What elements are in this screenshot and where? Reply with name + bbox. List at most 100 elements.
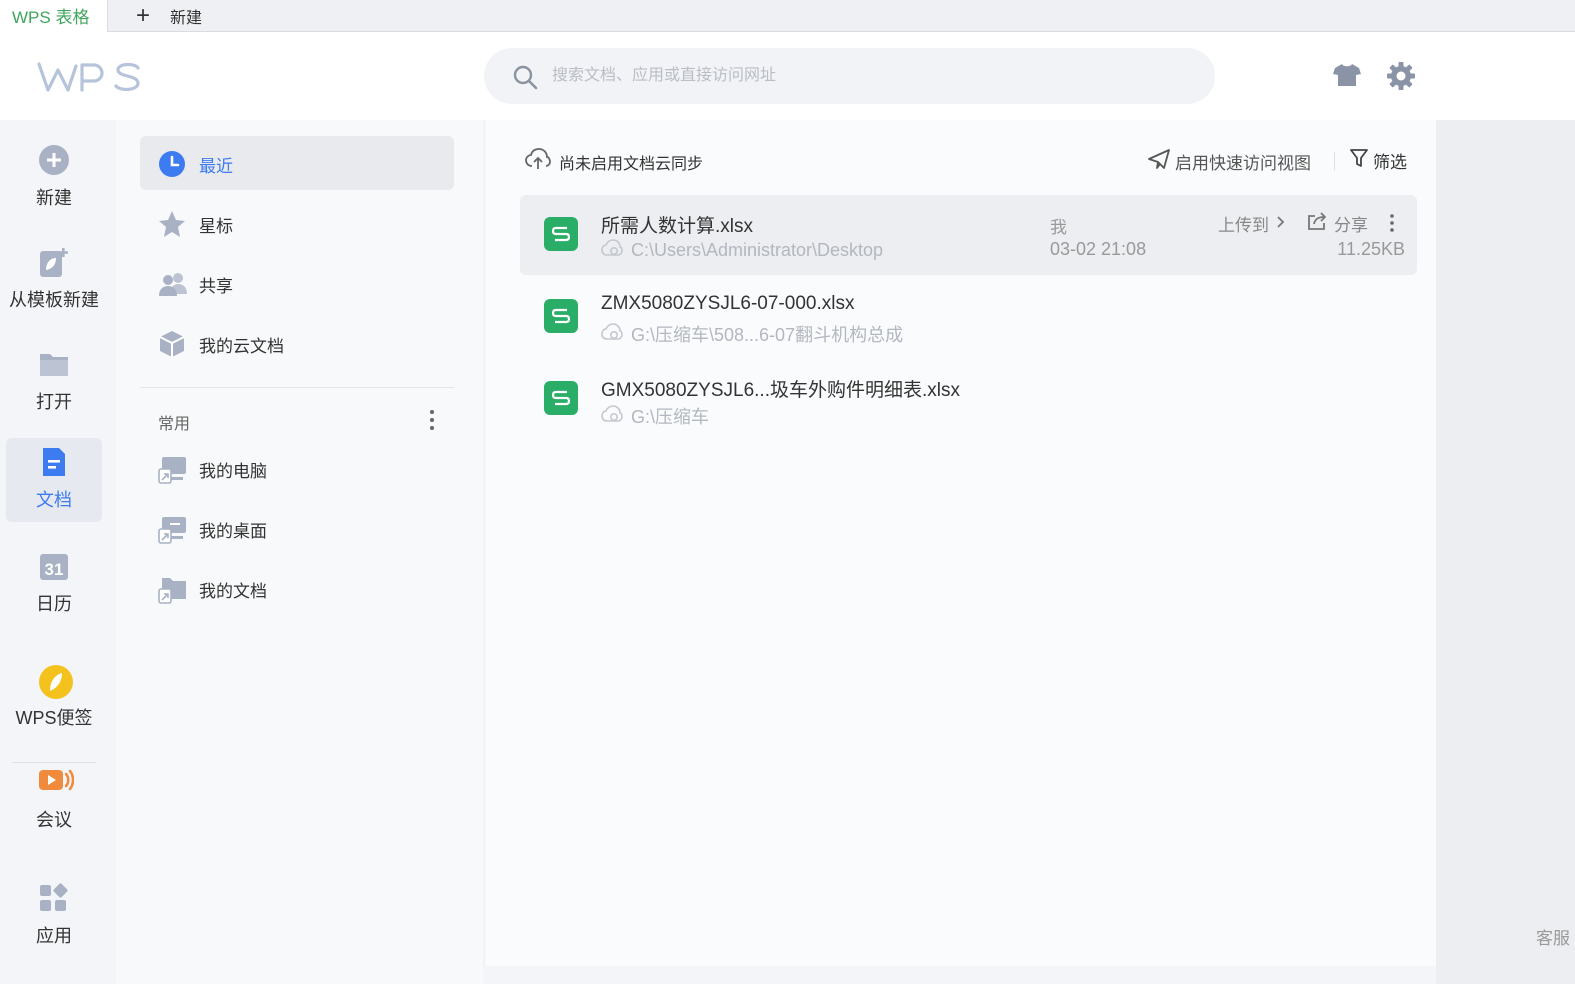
calendar-day: 31: [45, 560, 64, 579]
file-name: GMX5080ZYSJL6...圾车外购件明细表.xlsx: [601, 380, 960, 401]
toolbar-divider: [1334, 152, 1335, 170]
main-panel: 尚未启用文档云同步 启用快速访问视图 筛选 所需人数计算.xlsx C:\Use…: [484, 120, 1436, 966]
rail-label: 日历: [36, 594, 72, 614]
filter-button[interactable]: 筛选: [1349, 148, 1407, 173]
file-path: G:\压缩车\508...6-07翻斗机构总成: [601, 321, 903, 347]
nav-shared[interactable]: 共享: [140, 256, 454, 310]
share-label: 分享: [1334, 216, 1368, 235]
nav-my-documents[interactable]: 我的文档: [140, 561, 454, 615]
upload-to-label: 上传到: [1218, 216, 1269, 235]
left-rail: 新建 从模板新建 打开 文档 31 日历 WPS便签 会议 应用: [0, 120, 116, 984]
add-circle-icon: [38, 144, 70, 176]
file-owner: 我: [1050, 218, 1067, 237]
rail-meeting[interactable]: 会议: [6, 758, 102, 842]
common-group-title: 常用: [158, 416, 191, 433]
tab-label: WPS 表格: [12, 8, 90, 27]
share-icon: [1306, 211, 1328, 236]
more-vertical-icon[interactable]: [422, 407, 442, 433]
file-path: G:\压缩车: [601, 403, 709, 429]
file-path: C:\Users\Administrator\Desktop: [601, 239, 883, 262]
rail-new[interactable]: 新建: [6, 136, 102, 220]
nav-label: 最近: [199, 157, 233, 176]
nav-divider: [140, 387, 454, 388]
rail-label: 应用: [36, 926, 72, 946]
spreadsheet-file-icon: [544, 299, 578, 333]
nav-label: 我的桌面: [199, 522, 267, 541]
file-row[interactable]: 所需人数计算.xlsx C:\Users\Administrator\Deskt…: [520, 195, 1417, 275]
share-button[interactable]: 分享: [1306, 211, 1368, 236]
new-tab-label: 新建: [170, 10, 203, 27]
rail-calendar[interactable]: 31 日历: [6, 542, 102, 626]
rail-apps[interactable]: 应用: [6, 874, 102, 958]
notes-leaf-icon: [38, 664, 73, 699]
cloud-not-synced-icon: [601, 322, 623, 346]
right-pane: [1436, 120, 1575, 984]
file-path-label: C:\Users\Administrator\Desktop: [631, 240, 884, 260]
quick-access-button[interactable]: 启用快速访问视图: [1147, 148, 1311, 175]
nav-cloud-docs[interactable]: 我的云文档: [140, 316, 454, 370]
paper-plane-icon: [1147, 148, 1171, 175]
file-row[interactable]: ZMX5080ZYSJL6-07-000.xlsx G:\压缩车\508...6…: [520, 277, 1417, 357]
settings-gear-icon[interactable]: [1386, 62, 1416, 95]
file-path-label: G:\压缩车\508...6-07翻斗机构总成: [631, 325, 904, 345]
nav-panel: 最近 星标 共享 我的云文档 常用 我的电脑 我的桌面 我的文档: [116, 120, 483, 984]
file-name: 所需人数计算.xlsx: [601, 216, 754, 237]
nav-label: 我的电脑: [199, 462, 267, 481]
rail-label: WPS便签: [15, 708, 93, 728]
search-input[interactable]: [552, 48, 1172, 104]
nav-label: 共享: [199, 277, 233, 296]
cloud-not-synced-icon: [601, 404, 623, 428]
nav-label: 星标: [199, 217, 233, 236]
star-icon: [158, 210, 186, 238]
file-name: ZMX5080ZYSJL6-07-000.xlsx: [601, 293, 855, 314]
search-bar[interactable]: [484, 48, 1215, 104]
rail-label: 从模板新建: [9, 290, 99, 310]
header: [0, 32, 1575, 120]
nav-label: 我的文档: [199, 582, 267, 601]
rail-wps-notes[interactable]: WPS便签: [6, 656, 102, 740]
folder-shortcut-icon: [158, 575, 186, 604]
upload-to-button[interactable]: 上传到: [1218, 211, 1285, 236]
document-icon: [38, 446, 70, 478]
tab-bar: WPS 表格 + 新建: [0, 0, 1575, 33]
apps-grid-icon: [38, 882, 70, 914]
filter-label: 筛选: [1373, 153, 1407, 172]
cube-icon: [158, 330, 186, 358]
wps-logo: [36, 60, 144, 99]
nav-my-desktop[interactable]: 我的桌面: [140, 501, 454, 555]
spreadsheet-file-icon: [544, 381, 578, 415]
computer-shortcut-icon: [158, 455, 186, 484]
nav-starred[interactable]: 星标: [140, 196, 454, 250]
plus-icon: +: [135, 2, 150, 29]
file-date: 03-02 21:08: [1050, 239, 1147, 259]
chevron-right-icon: [1275, 214, 1285, 234]
calendar-icon: 31: [38, 550, 70, 582]
search-icon: [512, 64, 538, 95]
file-path-label: G:\压缩车: [631, 407, 710, 427]
nav-my-computer[interactable]: 我的电脑: [140, 441, 454, 495]
rail-open[interactable]: 打开: [6, 340, 102, 424]
customer-service-link[interactable]: 客服: [1536, 924, 1575, 949]
quick-access-label: 启用快速访问视图: [1175, 154, 1311, 173]
cloud-sync-status[interactable]: 尚未启用文档云同步: [525, 148, 703, 175]
meeting-icon: [38, 766, 75, 798]
file-size: 11.25KB: [1337, 239, 1405, 259]
spreadsheet-file-icon: [544, 217, 578, 251]
rail-documents[interactable]: 文档: [6, 438, 102, 522]
people-icon: [158, 270, 187, 298]
skin-icon[interactable]: [1332, 62, 1362, 93]
rail-label: 会议: [36, 810, 72, 830]
file-row[interactable]: GMX5080ZYSJL6...圾车外购件明细表.xlsx G:\压缩车: [520, 359, 1417, 439]
cloud-sync-icon: [525, 148, 551, 175]
cloud-sync-label: 尚未启用文档云同步: [559, 155, 704, 173]
desktop-shortcut-icon: [158, 515, 186, 544]
template-icon: [38, 246, 70, 278]
rail-new-from-template[interactable]: 从模板新建: [6, 238, 102, 322]
rail-label: 打开: [36, 392, 72, 412]
tab-wps-spreadsheet[interactable]: WPS 表格: [0, 0, 108, 33]
rail-label: 文档: [36, 490, 72, 510]
folder-icon: [38, 348, 70, 380]
new-tab-button[interactable]: + 新建: [132, 0, 202, 32]
nav-recent[interactable]: 最近: [140, 136, 454, 190]
row-more-icon[interactable]: [1384, 211, 1400, 235]
